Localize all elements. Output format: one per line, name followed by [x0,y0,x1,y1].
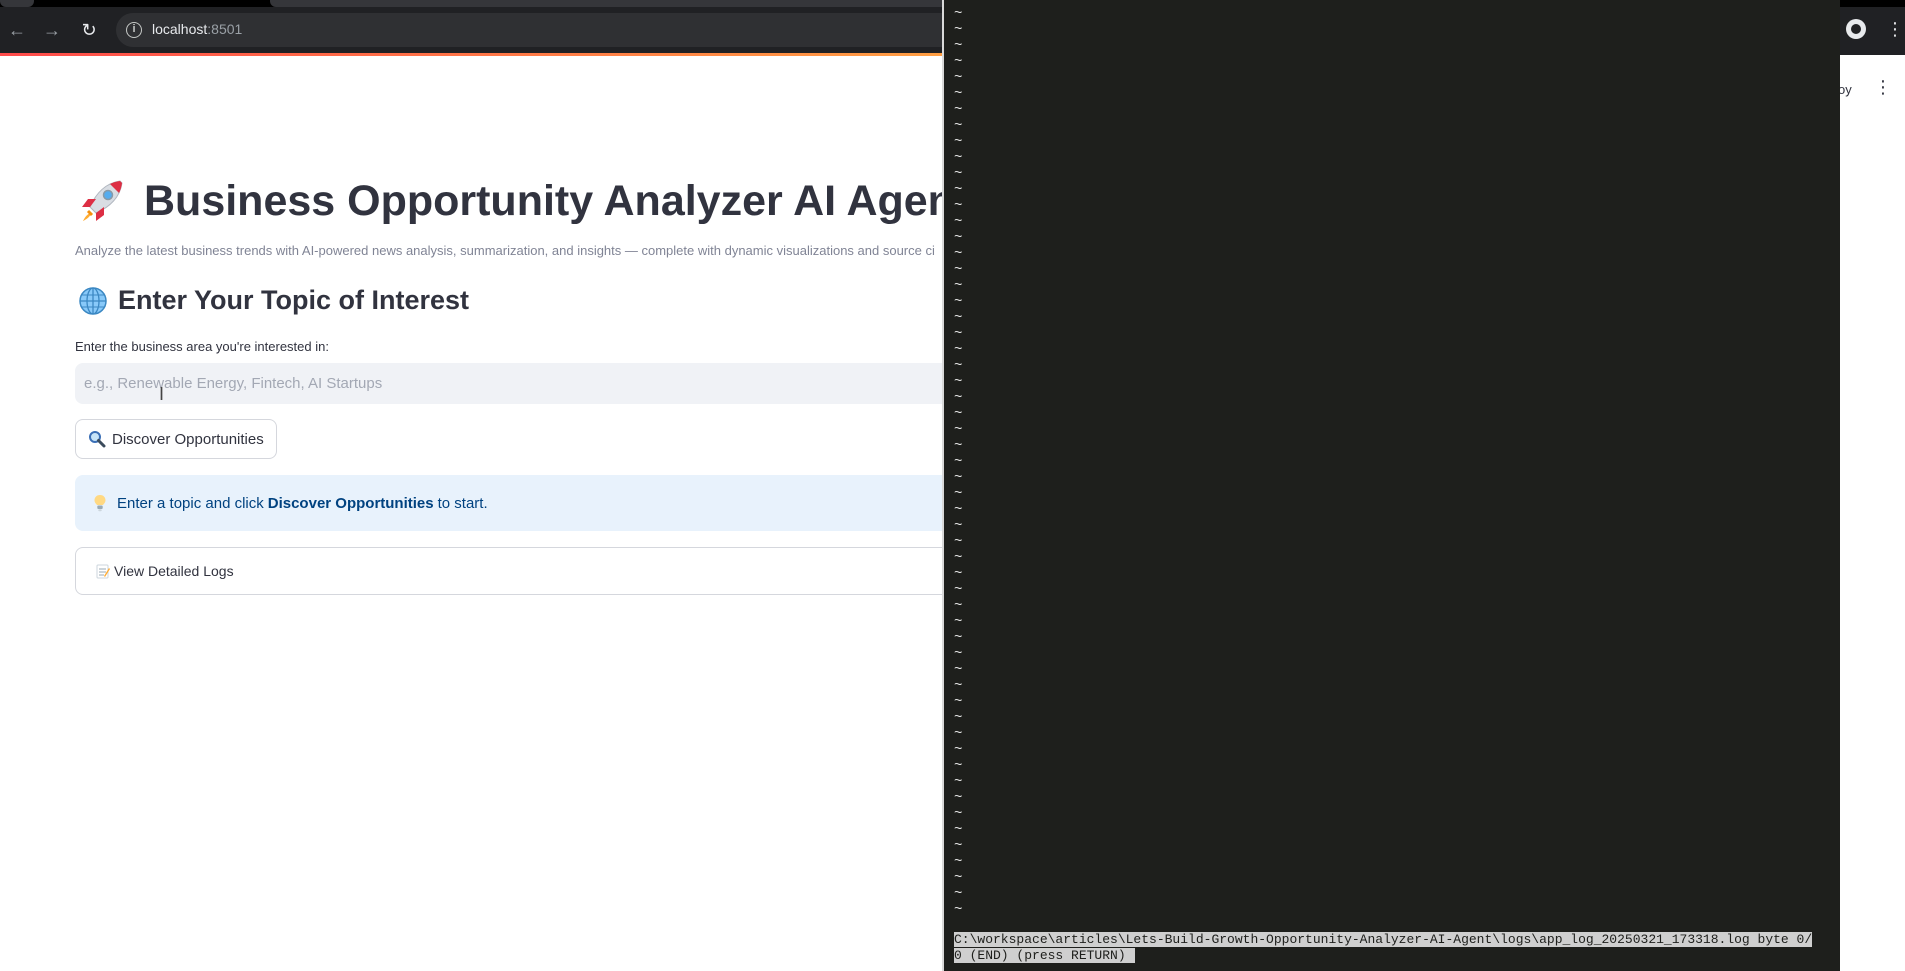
expander-label: View Detailed Logs [114,563,234,579]
discover-button-label: Discover Opportunities [112,430,264,448]
info-alert: Enter a topic and click Discover Opportu… [75,475,1075,531]
terminal-window[interactable]: ~ ~ ~ ~ ~ ~ ~ ~ ~ ~ ~ ~ ~ ~ ~ ~ ~ ~ ~ ~ … [942,0,1840,971]
reload-icon[interactable]: ↻ [77,18,101,42]
section-heading: Enter Your Topic of Interest [118,285,470,315]
topic-input-label: Enter the business area you're intereste… [75,339,329,354]
browser-tab[interactable] [270,0,950,7]
title-row: Business Opportunity Analyzer AI Agent [76,171,968,231]
page-subtitle: Analyze the latest business trends with … [75,243,935,258]
topic-input[interactable] [75,363,1075,404]
forward-arrow-icon[interactable]: → [40,18,64,42]
discover-opportunities-button[interactable]: Discover Opportunities [75,419,277,459]
site-info-icon[interactable]: i [126,22,142,38]
lightbulb-icon [94,495,106,512]
browser-tab[interactable] [0,0,34,7]
info-text-suffix: to start. [437,494,488,512]
back-arrow-icon[interactable]: ← [5,18,29,42]
detailed-logs-expander[interactable]: View Detailed Logs [75,547,1075,595]
memo-icon [96,564,110,578]
pager-status-line: C:\workspace\articles\Lets-Build-Growth-… [954,932,1834,964]
pager-status-path: C:\workspace\articles\Lets-Build-Growth-… [954,932,1813,947]
text-cursor-icon: I [159,384,165,404]
pager-status-end: 0 (END) (press RETURN) [954,948,1126,963]
browser-menu-icon[interactable]: ⋮ [1886,18,1904,40]
extension-icon[interactable] [1846,19,1866,39]
url-text[interactable]: localhost:8501 [152,21,242,37]
info-text-prefix: Enter a topic and click [117,494,264,512]
page-title: Business Opportunity Analyzer AI Agent [144,176,969,225]
deploy-button[interactable]: oy [1838,82,1852,97]
rocket-icon [82,180,123,221]
section-heading-row: Enter Your Topic of Interest [78,285,469,316]
app-menu-icon[interactable]: ⋮ [1874,78,1892,96]
globe-icon [79,286,107,315]
terminal-cursor [1125,948,1135,964]
info-text-bold: Discover Opportunities [267,494,434,512]
empty-line-markers: ~ ~ ~ ~ ~ ~ ~ ~ ~ ~ ~ ~ ~ ~ ~ ~ ~ ~ ~ ~ … [954,6,963,918]
magnifier-icon [89,431,106,448]
